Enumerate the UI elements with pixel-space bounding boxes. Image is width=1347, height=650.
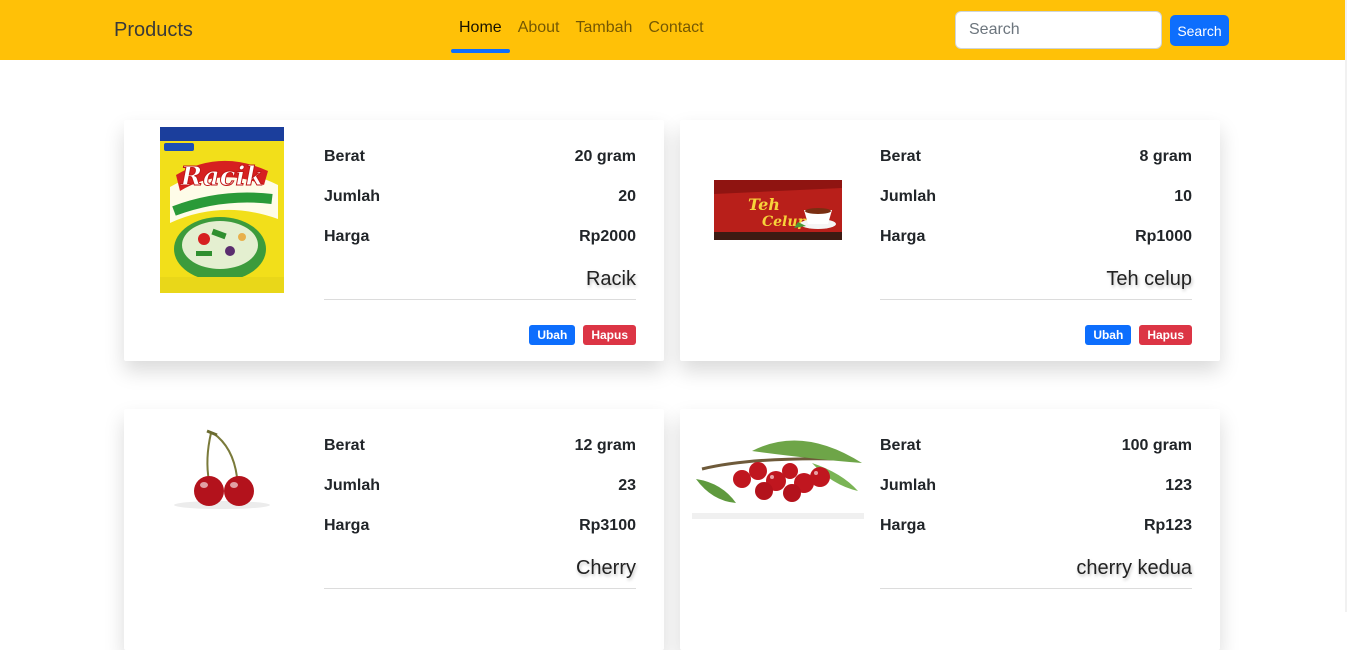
- price-value: Rp123: [1143, 517, 1192, 534]
- product-image: [136, 409, 308, 569]
- navbar-brand[interactable]: Products: [114, 19, 193, 42]
- search-button[interactable]: Search: [1170, 15, 1229, 46]
- product-info: Berat 8 gram Jumlah 10 Harga Rp1000 Teh cel…: [880, 148, 1192, 300]
- nav-link-contact[interactable]: Contact: [640, 0, 711, 52]
- quantity-label: Jumlah: [880, 477, 937, 494]
- cherry-icon: [174, 429, 270, 509]
- quantity-value: 20: [618, 188, 636, 205]
- product-name: cherry kedua: [880, 557, 1192, 589]
- weight-value: 20 gram: [574, 148, 636, 165]
- weight-row: Berat 100 gram: [880, 437, 1192, 477]
- tea-box-icon: Teh Celup: [714, 180, 842, 240]
- price-label: Harga: [880, 517, 926, 534]
- price-value: Rp3100: [579, 517, 636, 534]
- product-name: Cherry: [324, 557, 636, 589]
- weight-label: Berat: [324, 148, 365, 165]
- card-actions: Ubah Hapus: [529, 325, 636, 345]
- price-value: Rp2000: [579, 228, 636, 245]
- edit-button[interactable]: Ubah: [529, 325, 576, 345]
- quantity-label: Jumlah: [880, 188, 937, 205]
- weight-label: Berat: [324, 437, 365, 454]
- product-info: Berat 20 gram Jumlah 20 Harga Rp2000 Racik: [324, 148, 636, 300]
- weight-value: 8 gram: [1139, 148, 1192, 165]
- quantity-value: 23: [618, 477, 636, 494]
- delete-button[interactable]: Hapus: [1139, 325, 1192, 345]
- svg-text:Teh: Teh: [748, 195, 780, 214]
- card-actions: Ubah Hapus: [1085, 325, 1192, 345]
- price-row: Harga Rp3100: [324, 517, 636, 557]
- price-label: Harga: [880, 228, 926, 245]
- weight-row: Berat 8 gram: [880, 148, 1192, 188]
- quantity-row: Jumlah 10: [880, 188, 1192, 228]
- weight-value: 100 gram: [1121, 437, 1192, 454]
- delete-button[interactable]: Hapus: [583, 325, 636, 345]
- quantity-value: 123: [1165, 477, 1192, 494]
- product-card: Teh Celup Berat 8 gram Jumlah 10 Harga Rp10…: [680, 120, 1220, 361]
- price-label: Harga: [324, 517, 370, 534]
- product-image: Racik: [136, 120, 308, 300]
- weight-value: 12 gram: [574, 437, 636, 454]
- search-input[interactable]: [955, 11, 1162, 49]
- quantity-label: Jumlah: [324, 188, 381, 205]
- weight-row: Berat 12 gram: [324, 437, 636, 477]
- quantity-label: Jumlah: [324, 477, 381, 494]
- quantity-row: Jumlah 23: [324, 477, 636, 517]
- edit-button[interactable]: Ubah: [1085, 325, 1132, 345]
- weight-label: Berat: [880, 148, 921, 165]
- svg-text:Celup: Celup: [762, 214, 808, 230]
- price-row: Harga Rp1000: [880, 228, 1192, 268]
- product-image: [692, 409, 864, 539]
- nav-link-home[interactable]: Home: [451, 0, 510, 53]
- product-image: Teh Celup: [692, 120, 864, 300]
- price-value: Rp1000: [1135, 228, 1192, 245]
- product-card: Racik Berat 20 gram Jumlah 20 Harga Rp2000 …: [124, 120, 664, 361]
- product-info: Berat 12 gram Jumlah 23 Harga Rp3100 Cherry: [324, 437, 636, 589]
- weight-row: Berat 20 gram: [324, 148, 636, 188]
- quantity-row: Jumlah 20: [324, 188, 636, 228]
- price-label: Harga: [324, 228, 370, 245]
- navbar: Products Home About Tambah Contact Searc…: [0, 0, 1347, 60]
- price-row: Harga Rp2000: [324, 228, 636, 268]
- nav-link-about[interactable]: About: [510, 0, 568, 52]
- quantity-value: 10: [1174, 188, 1192, 205]
- product-card: Berat 100 gram Jumlah 123 Harga Rp123 cherr…: [680, 409, 1220, 650]
- quantity-row: Jumlah 123: [880, 477, 1192, 517]
- product-name: Teh celup: [880, 268, 1192, 300]
- product-name: Racik: [324, 268, 636, 300]
- price-row: Harga Rp123: [880, 517, 1192, 557]
- svg-text:Racik: Racik: [180, 162, 264, 192]
- product-info: Berat 100 gram Jumlah 123 Harga Rp123 cherr…: [880, 437, 1192, 589]
- racik-package-icon: Racik: [160, 127, 284, 293]
- weight-label: Berat: [880, 437, 921, 454]
- nav-link-tambah[interactable]: Tambah: [568, 0, 641, 52]
- product-card: Berat 12 gram Jumlah 23 Harga Rp3100 Cherry: [124, 409, 664, 650]
- cherry-branch-icon: [692, 429, 864, 519]
- nav-links: Home About Tambah Contact: [451, 0, 712, 60]
